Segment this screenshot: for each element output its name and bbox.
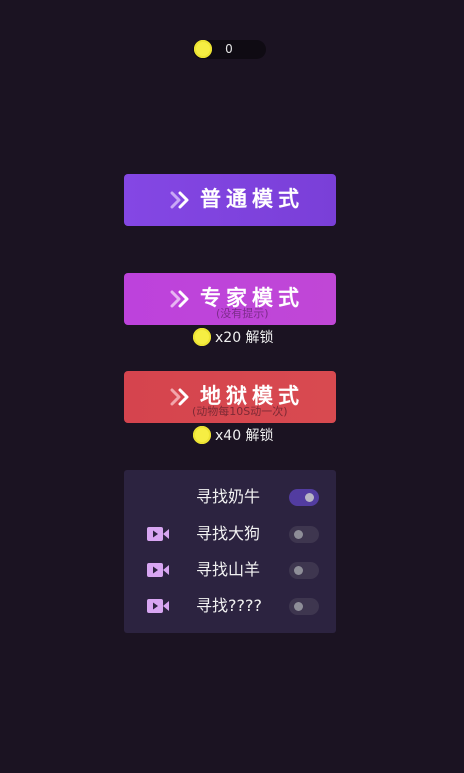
hell-mode-button[interactable]: 地狱模式 (动物每10S动一次): [124, 371, 336, 423]
coin-counter: 0: [193, 40, 266, 59]
hell-mode-subtitle: (动物每10S动一次): [192, 405, 288, 418]
hell-unlock-text: x40 解锁: [215, 428, 274, 444]
target-label-unknown: 寻找????: [196, 596, 262, 615]
target-toggle-goat[interactable]: [289, 562, 319, 579]
coin-icon: [193, 426, 211, 444]
double-chevron-right-icon: [170, 191, 189, 209]
coin-count: 0: [225, 42, 233, 56]
target-label-goat: 寻找山羊: [196, 560, 261, 579]
toggle-knob: [305, 493, 314, 502]
target-row-unknown: 寻找????: [124, 591, 336, 621]
normal-mode-label: 普通模式: [200, 187, 304, 211]
coin-icon: [194, 40, 212, 58]
expert-mode-button[interactable]: 专家模式 (没有提示): [124, 273, 336, 325]
double-chevron-right-icon: [170, 290, 189, 308]
coin-icon: [193, 328, 211, 346]
expert-unlock-cost: x20 解锁: [193, 328, 283, 348]
expert-unlock-text: x20 解锁: [215, 330, 274, 346]
video-camera-icon[interactable]: [146, 561, 170, 579]
target-toggle-unknown[interactable]: [289, 598, 319, 615]
video-camera-icon[interactable]: [146, 597, 170, 615]
toggle-knob: [294, 566, 303, 575]
expert-mode-subtitle: (没有提示): [216, 307, 269, 320]
target-animal-panel: 寻找奶牛 寻找大狗 寻找山羊 寻找????: [124, 470, 336, 633]
target-row-goat: 寻找山羊: [124, 555, 336, 585]
game-menu-screen: 0 普通模式 专家模式 (没有提示) x20 解锁 地狱模式 (动物每10S动一…: [0, 0, 464, 773]
target-row-dog: 寻找大狗: [124, 519, 336, 549]
normal-mode-button[interactable]: 普通模式: [124, 174, 336, 226]
target-toggle-dog[interactable]: [289, 526, 319, 543]
target-label-dog: 寻找大狗: [196, 524, 261, 543]
hell-unlock-cost: x40 解锁: [193, 426, 283, 446]
target-row-cow: 寻找奶牛: [124, 482, 336, 512]
double-chevron-right-icon: [170, 388, 189, 406]
target-toggle-cow[interactable]: [289, 489, 319, 506]
toggle-knob: [294, 530, 303, 539]
target-label-cow: 寻找奶牛: [196, 487, 261, 506]
video-camera-icon[interactable]: [146, 525, 170, 543]
toggle-knob: [294, 602, 303, 611]
